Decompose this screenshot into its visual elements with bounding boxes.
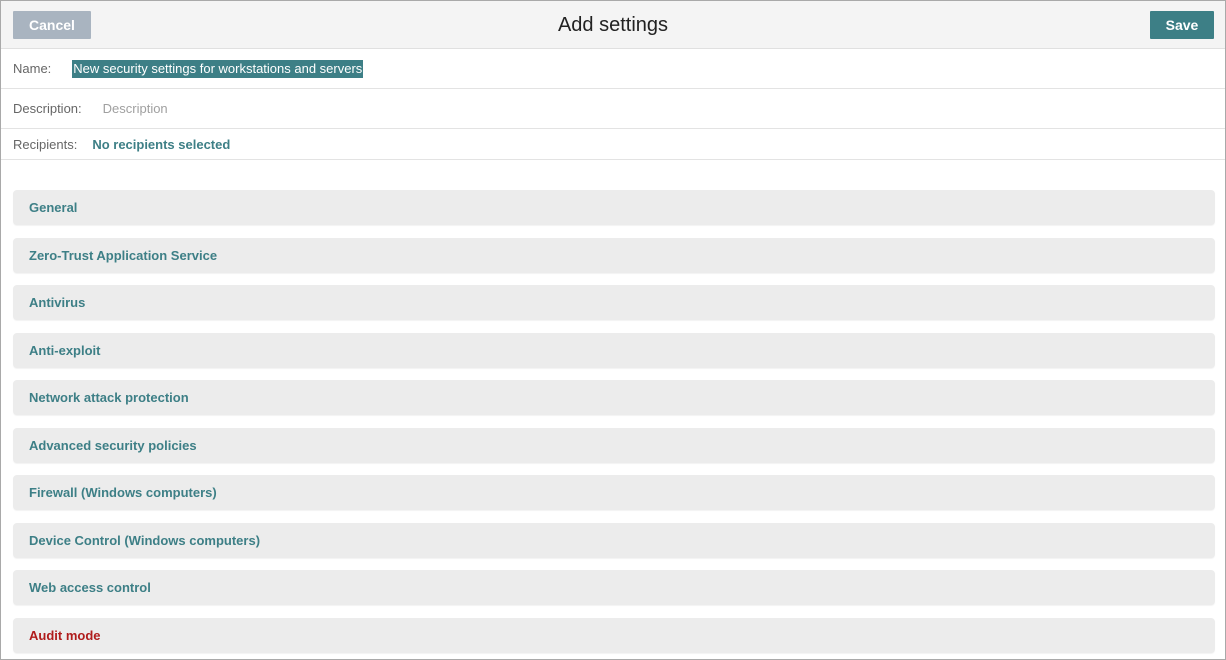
settings-sections: General Zero-Trust Application Service A… [13,190,1215,660]
section-network-attack-protection[interactable]: Network attack protection [13,380,1215,415]
section-web-access-control[interactable]: Web access control [13,570,1215,605]
section-audit-mode[interactable]: Audit mode [13,617,1215,653]
section-advanced-security-policies[interactable]: Advanced security policies [13,427,1215,463]
name-field[interactable]: New security settings for workstations a… [72,59,364,78]
description-field[interactable] [102,101,703,116]
section-anti-exploit[interactable]: Anti-exploit [13,332,1215,368]
section-zero-trust-application-service[interactable]: Zero-Trust Application Service [13,237,1215,273]
description-label: Description: [13,101,82,116]
header-bar: Cancel Add settings Save [1,1,1225,49]
save-button[interactable]: Save [1150,11,1214,39]
section-device-control[interactable]: Device Control (Windows computers) [13,522,1215,558]
name-label: Name: [13,61,52,76]
add-settings-window: Cancel Add settings Save Name: New secur… [0,0,1226,660]
page-title: Add settings [557,14,669,36]
description-row: Description: [1,89,1225,129]
recipients-label: Recipients: [13,136,78,152]
section-antivirus[interactable]: Antivirus [13,285,1215,320]
recipients-link[interactable]: No recipients selected [92,137,230,152]
section-firewall[interactable]: Firewall (Windows computers) [13,475,1215,510]
recipients-row: Recipients: No recipients selected [1,129,1225,160]
section-general[interactable]: General [13,190,1215,225]
name-row: Name: New security settings for workstat… [1,49,1225,89]
